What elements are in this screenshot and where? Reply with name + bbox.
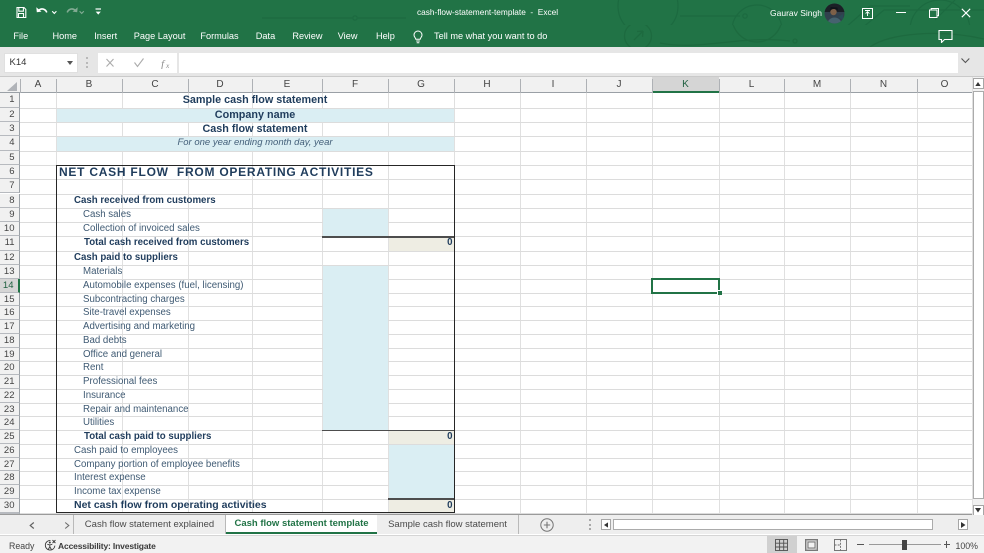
svg-text:x: x: [165, 61, 170, 69]
